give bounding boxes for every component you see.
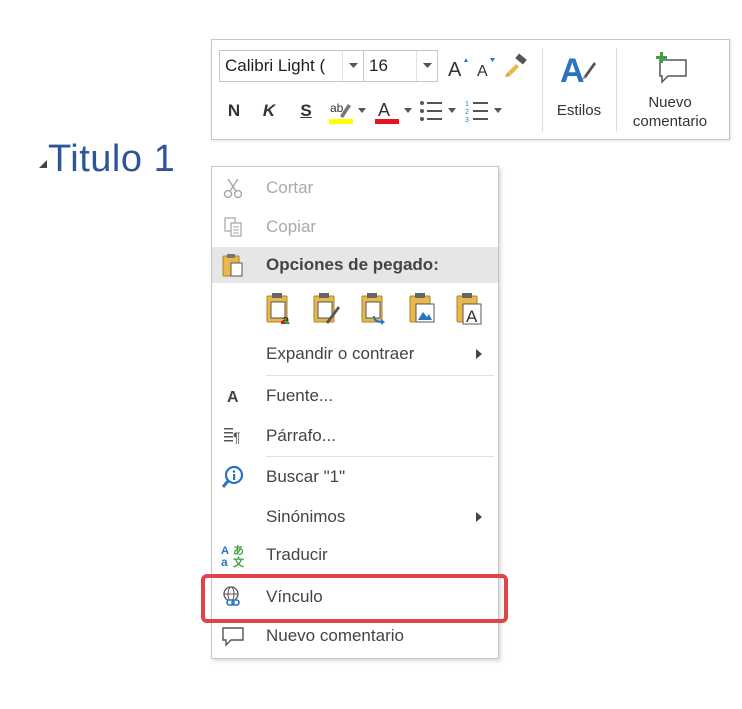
svg-text:A: A	[560, 52, 585, 90]
svg-text:3: 3	[465, 117, 469, 124]
italic-button[interactable]: K	[259, 98, 279, 124]
smart-lookup-icon	[220, 464, 246, 490]
chevron-down-icon[interactable]	[446, 104, 458, 116]
svg-text:1: 1	[465, 101, 469, 108]
submenu-arrow-icon	[476, 512, 482, 522]
menu-item-cut[interactable]: Cortar	[212, 169, 498, 207]
paste-options-header: Opciones de pegado:	[212, 247, 498, 283]
svg-text:A: A	[448, 59, 462, 80]
menu-label-expand-collapse: Expandir o contraer	[266, 344, 415, 363]
menu-item-translate[interactable]: A あ a 文 Traducir	[212, 536, 498, 574]
styles-label[interactable]: Estilos	[548, 101, 610, 120]
highlight-box	[201, 574, 508, 623]
svg-text:a: a	[221, 555, 228, 568]
paragraph-icon: ¶	[220, 423, 246, 449]
copy-icon	[220, 214, 246, 240]
text-highlight-icon[interactable]: ab	[326, 96, 356, 126]
menu-label-translate: Traducir	[266, 545, 328, 564]
font-size-value: 16	[369, 56, 388, 75]
chevron-down-icon[interactable]	[492, 104, 504, 116]
chevron-down-icon[interactable]	[402, 104, 414, 116]
translate-icon: A あ a 文	[220, 542, 246, 568]
styles-icon[interactable]: A	[556, 48, 600, 90]
svg-text:A: A	[227, 389, 239, 406]
menu-label-paragraph: Párrafo...	[266, 426, 336, 445]
comment-icon	[220, 623, 246, 649]
grow-font-icon[interactable]: A	[446, 54, 472, 80]
numbering-icon[interactable]: 1 2 3	[462, 96, 492, 126]
svg-text:ab: ab	[330, 101, 344, 115]
menu-item-synonyms[interactable]: Sinónimos	[212, 498, 498, 536]
menu-item-font[interactable]: A Fuente...	[212, 377, 498, 415]
submenu-arrow-icon	[476, 349, 482, 359]
scissors-icon	[220, 175, 246, 201]
font-a-icon: A	[220, 383, 246, 409]
svg-text:A: A	[477, 63, 488, 80]
clipboard-icon	[220, 252, 246, 278]
underline-button[interactable]: S	[296, 98, 316, 124]
svg-text:¶: ¶	[233, 429, 241, 445]
menu-item-copy[interactable]: Copiar	[212, 208, 498, 246]
toolbar-divider	[616, 48, 617, 132]
new-comment-icon[interactable]	[650, 50, 690, 86]
paste-text-only-icon[interactable]	[357, 289, 393, 329]
svg-text:文: 文	[233, 555, 245, 568]
chevron-down-icon[interactable]	[342, 51, 363, 81]
bold-button[interactable]: N	[224, 98, 244, 124]
menu-item-paragraph[interactable]: ¶ Párrafo...	[212, 417, 498, 455]
paste-merge-formatting-icon[interactable]	[309, 289, 345, 329]
new-comment-label-line1: Nuevo	[648, 94, 692, 111]
font-size-combo[interactable]: 16	[363, 50, 438, 82]
shrink-font-icon[interactable]: A	[473, 54, 499, 80]
heading-text: Titulo 1	[48, 137, 176, 180]
toolbar-divider	[542, 48, 543, 132]
heading-1[interactable]: Titulo 1	[38, 134, 175, 184]
menu-label-synonyms: Sinónimos	[266, 507, 346, 526]
menu-item-expand-collapse[interactable]: Expandir o contraer	[212, 335, 498, 373]
font-color-icon[interactable]: A	[372, 96, 402, 126]
paste-picture-icon[interactable]	[405, 289, 441, 329]
menu-item-search[interactable]: Buscar "1"	[212, 458, 498, 496]
menu-label-copy: Copiar	[266, 217, 317, 236]
menu-divider	[266, 375, 494, 376]
font-name-combo[interactable]: Calibri Light (	[219, 50, 364, 82]
mini-toolbar: Calibri Light ( 16 A A A Estilos Nuevo c…	[211, 39, 730, 140]
font-name-value: Calibri Light (	[225, 56, 326, 75]
menu-label-font: Fuente...	[266, 386, 334, 405]
menu-label-search: Buscar "1"	[266, 467, 346, 486]
paste-keep-source-formatting-icon[interactable]: a	[262, 289, 298, 329]
new-comment-label[interactable]: Nuevo comentario	[620, 93, 720, 131]
chevron-down-icon[interactable]	[416, 51, 437, 81]
bullets-icon[interactable]	[416, 96, 446, 126]
menu-divider	[266, 456, 494, 457]
svg-text:あ: あ	[233, 544, 244, 557]
svg-text:A: A	[378, 100, 390, 120]
chevron-down-icon[interactable]	[356, 104, 368, 116]
svg-text:2: 2	[465, 109, 469, 116]
svg-text:A: A	[466, 307, 478, 326]
menu-label-cut: Cortar	[266, 178, 314, 197]
format-painter-icon[interactable]	[501, 52, 531, 82]
new-comment-label-line2: comentario	[632, 113, 708, 130]
paste-keep-text-only-icon[interactable]: A	[452, 289, 488, 329]
paste-options-label: Opciones de pegado:	[266, 255, 439, 274]
menu-label-new-comment: Nuevo comentario	[266, 626, 404, 645]
